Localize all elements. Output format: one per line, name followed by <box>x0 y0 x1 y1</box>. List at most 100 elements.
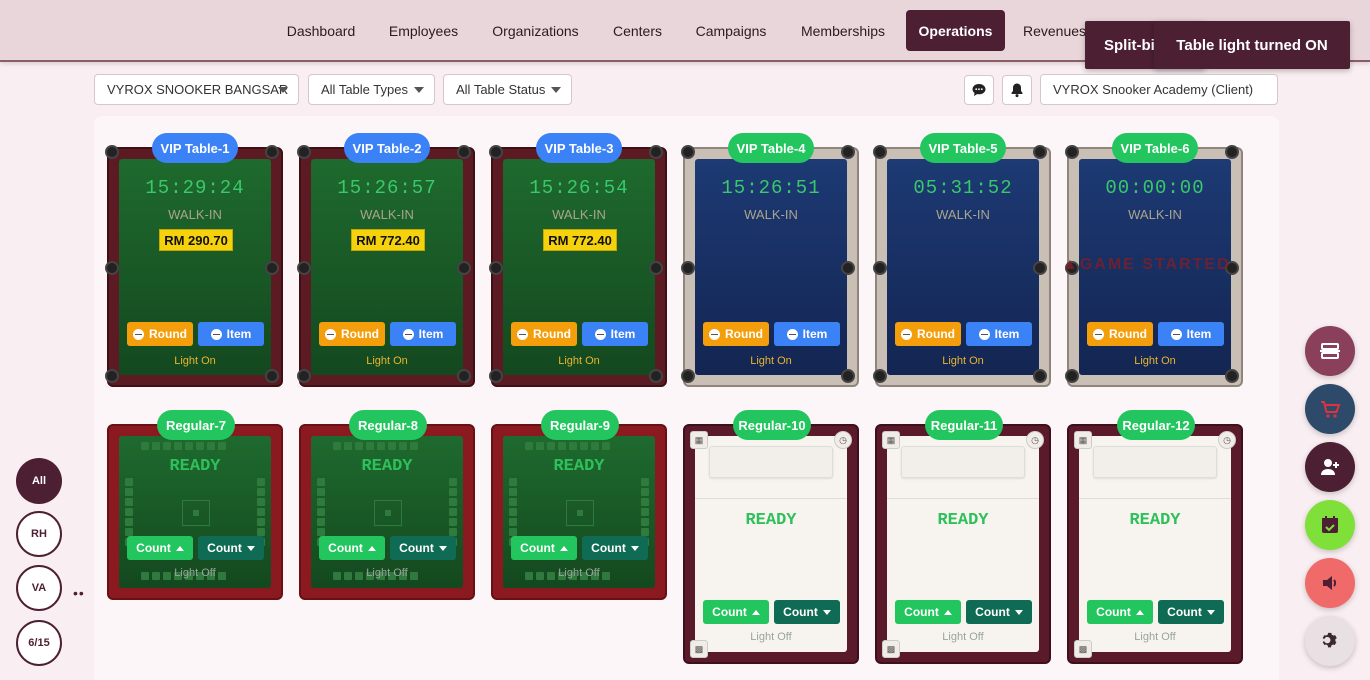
chair-marker <box>509 508 517 516</box>
table-type-select[interactable]: All Table Types <box>308 74 435 105</box>
table-name-pill: Regular-9 <box>541 410 619 440</box>
count-up-button[interactable]: Count <box>127 536 193 560</box>
table-status: READY <box>745 511 797 530</box>
round-button[interactable]: Round <box>127 322 193 346</box>
filter-rh-button[interactable]: RH <box>16 511 62 557</box>
item-button[interactable]: Item <box>966 322 1032 346</box>
chat-button[interactable] <box>964 75 994 105</box>
nav-centers[interactable]: Centers <box>600 10 675 51</box>
add-user-icon <box>1321 459 1339 475</box>
count-down-button[interactable]: Count <box>774 600 840 624</box>
chair-marker <box>569 442 577 450</box>
count-down-button[interactable]: Count <box>966 600 1032 624</box>
split-bill-button[interactable] <box>1305 326 1355 376</box>
item-button[interactable]: Item <box>582 322 648 346</box>
count-down-button[interactable]: Count <box>582 536 648 560</box>
pocket <box>105 369 119 383</box>
caret-up-icon <box>367 545 376 551</box>
light-status: Light Off <box>366 567 408 579</box>
toast-text: Split-bi <box>1104 36 1155 54</box>
count-down-button[interactable]: Count <box>1158 600 1224 624</box>
vip-table-card[interactable]: 15:26:57 WALK-IN RM 772.40 Round Item Li… <box>297 145 475 387</box>
cart-icon <box>1321 401 1341 418</box>
add-user-button[interactable] <box>1305 442 1355 492</box>
pocket <box>105 261 119 275</box>
divider <box>1079 498 1231 499</box>
round-button[interactable]: Round <box>319 322 385 346</box>
nav-dashboard[interactable]: Dashboard <box>272 10 370 51</box>
chair-marker <box>509 518 517 526</box>
regular-table-card[interactable]: READY Count Count Light Off <box>491 424 667 600</box>
chair-marker <box>317 528 325 536</box>
vip-table-card[interactable]: 15:29:24 WALK-IN RM 290.70 Round Item Li… <box>105 145 283 387</box>
booking-button[interactable] <box>1305 500 1355 550</box>
chair-marker <box>174 442 182 450</box>
regular-table-card[interactable]: ▦ ◷ ▩ READY Count Count Light Off <box>683 424 859 664</box>
table-name-pill: Regular-12 <box>1117 410 1195 440</box>
table-type-value: All Table Types <box>321 82 408 97</box>
regular-table-card[interactable]: ▦ ◷ ▩ READY Count Count Light Off <box>1067 424 1243 664</box>
regular-table-card[interactable]: READY Count Count Light Off <box>299 424 475 600</box>
chat-icon <box>972 84 986 96</box>
count-up-button[interactable]: Count <box>511 536 577 560</box>
regular-table-card[interactable]: READY Count Count Light Off <box>107 424 283 600</box>
light-status: Light On <box>558 355 600 367</box>
table-display-box <box>901 446 1025 478</box>
sound-button[interactable] <box>1305 558 1355 608</box>
caret-down-icon <box>1206 609 1215 615</box>
calendar-icon[interactable]: ▦ <box>1074 431 1092 449</box>
clock-icon[interactable]: ◷ <box>1026 431 1044 449</box>
minus-circle-icon <box>1170 328 1182 340</box>
nav-campaigns[interactable]: Campaigns <box>682 10 780 51</box>
caret-down-icon <box>630 545 639 551</box>
round-button[interactable]: Round <box>1087 322 1153 346</box>
calendar-icon[interactable]: ▦ <box>690 431 708 449</box>
vip-table-card[interactable]: 15:26:54 WALK-IN RM 772.40 Round Item Li… <box>489 145 667 387</box>
item-label: Item <box>418 327 444 341</box>
count-up-button[interactable]: Count <box>703 600 769 624</box>
nav-organizations[interactable]: Organizations <box>478 10 593 51</box>
pocket <box>649 261 663 275</box>
round-label: Round <box>341 327 379 341</box>
minus-circle-icon <box>325 328 336 340</box>
count-up-button[interactable]: Count <box>1087 600 1153 624</box>
item-button[interactable]: Item <box>198 322 264 346</box>
cart-button[interactable] <box>1305 384 1355 434</box>
clock-icon[interactable]: ◷ <box>834 431 852 449</box>
round-button[interactable]: Round <box>703 322 769 346</box>
chair-marker <box>509 488 517 496</box>
filter-va-button[interactable]: VA <box>16 565 62 611</box>
round-button[interactable]: Round <box>895 322 961 346</box>
table-price: RM 772.40 <box>351 229 425 251</box>
center-select[interactable]: VYROX SNOOKER BANGSAR <box>94 74 299 105</box>
chair-marker <box>317 498 325 506</box>
nav-employees[interactable]: Employees <box>376 10 471 51</box>
settings-button[interactable] <box>1305 616 1355 666</box>
count-down-button[interactable]: Count <box>390 536 456 560</box>
more-dots-icon[interactable]: •• <box>73 585 85 601</box>
count-down-button[interactable]: Count <box>198 536 264 560</box>
item-button[interactable]: Item <box>1158 322 1224 346</box>
vip-table-card[interactable]: 15:26:51 WALK-IN Round Item Light On <box>681 145 859 387</box>
item-button[interactable]: Item <box>390 322 456 346</box>
light-status: Light On <box>750 355 792 367</box>
nav-memberships[interactable]: Memberships <box>786 10 900 51</box>
chair-marker <box>317 488 325 496</box>
item-button[interactable]: Item <box>774 322 840 346</box>
round-button[interactable]: Round <box>511 322 577 346</box>
chair-marker <box>125 518 133 526</box>
chair-marker <box>196 442 204 450</box>
chair-marker <box>602 442 610 450</box>
vip-table-card[interactable]: 05:31:52 WALK-IN Round Item Light On <box>873 145 1051 387</box>
chair-marker <box>580 442 588 450</box>
count-up-button[interactable]: Count <box>319 536 385 560</box>
calendar-icon[interactable]: ▦ <box>882 431 900 449</box>
count-up-button[interactable]: Count <box>895 600 961 624</box>
regular-table-card[interactable]: ▦ ◷ ▩ READY Count Count Light Off <box>875 424 1051 664</box>
client-select[interactable]: VYROX Snooker Academy (Client) <box>1040 74 1278 105</box>
table-status-select[interactable]: All Table Status <box>443 74 572 105</box>
filter-all-button[interactable]: All <box>16 458 62 504</box>
nav-operations[interactable]: Operations <box>906 10 1005 51</box>
clock-icon[interactable]: ◷ <box>1218 431 1236 449</box>
notifications-button[interactable] <box>1002 75 1032 105</box>
